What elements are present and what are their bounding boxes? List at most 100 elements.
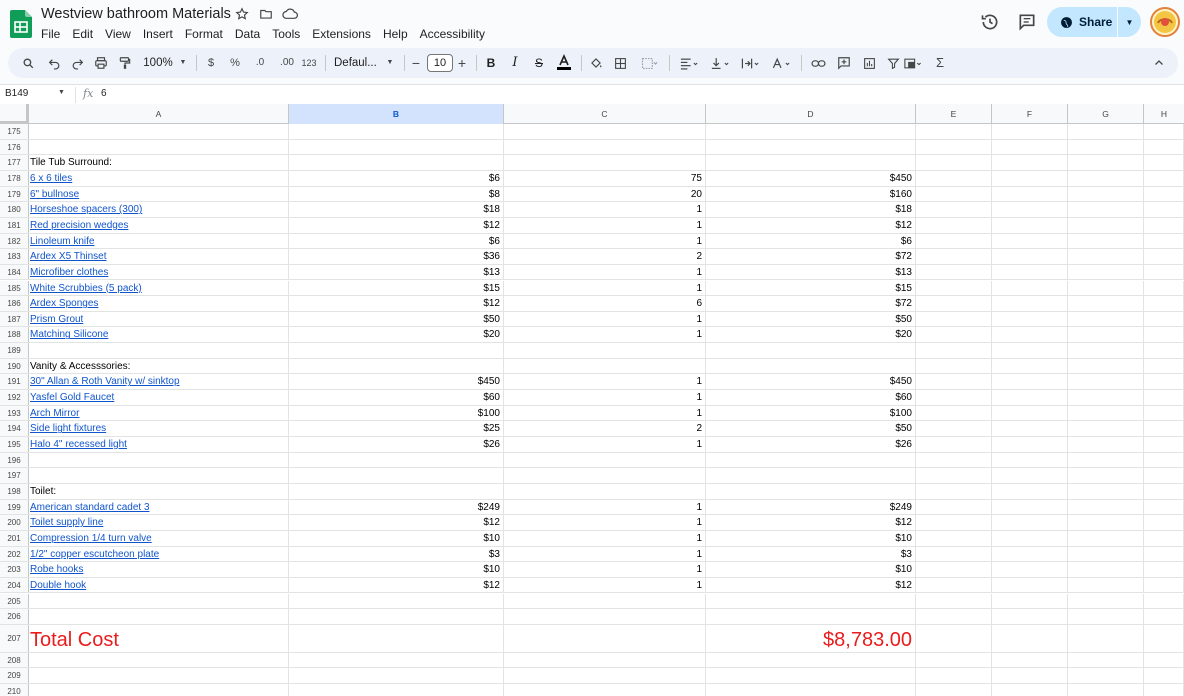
item-name-cell[interactable]: Side light fixtures: [29, 421, 289, 436]
empty-cell[interactable]: [1144, 327, 1184, 343]
item-name-cell[interactable]: [29, 593, 289, 609]
empty-cell[interactable]: [916, 139, 992, 155]
empty-cell[interactable]: [1068, 530, 1144, 546]
empty-cell[interactable]: [1068, 170, 1144, 186]
empty-cell[interactable]: [916, 202, 992, 217]
unit-price-cell[interactable]: [289, 358, 504, 374]
empty-cell[interactable]: [916, 264, 992, 280]
empty-cell[interactable]: [1144, 577, 1184, 593]
empty-cell[interactable]: [916, 280, 992, 296]
empty-cell[interactable]: [992, 624, 1068, 652]
quantity-cell[interactable]: 1: [504, 437, 706, 452]
more-formats-button[interactable]: 123: [300, 48, 318, 78]
empty-cell[interactable]: [1068, 684, 1144, 696]
empty-cell[interactable]: [992, 530, 1068, 546]
empty-cell[interactable]: [1068, 327, 1144, 343]
quantity-cell[interactable]: 1: [504, 562, 706, 577]
empty-cell[interactable]: [992, 155, 1068, 170]
unit-price-cell[interactable]: [289, 668, 504, 684]
quantity-cell[interactable]: 1: [504, 280, 706, 296]
line-total-cell[interactable]: $6: [706, 233, 916, 249]
quantity-cell[interactable]: [504, 343, 706, 358]
row-header[interactable]: 195: [0, 437, 29, 452]
unit-price-cell[interactable]: $12: [289, 296, 504, 311]
unit-price-cell[interactable]: [289, 452, 504, 468]
item-name-cell[interactable]: Total Cost: [29, 624, 289, 652]
quantity-cell[interactable]: 1: [504, 499, 706, 515]
increase-decimal-button[interactable]: .00: [275, 48, 299, 78]
unit-price-cell[interactable]: [289, 483, 504, 499]
row-header[interactable]: 186: [0, 296, 29, 311]
item-name-cell[interactable]: Toilet:: [29, 483, 289, 499]
empty-cell[interactable]: [916, 374, 992, 390]
empty-cell[interactable]: [1144, 437, 1184, 452]
row-header[interactable]: 193: [0, 405, 29, 421]
quantity-cell[interactable]: 1: [504, 515, 706, 530]
share-main-button[interactable]: Share: [1047, 7, 1117, 37]
empty-cell[interactable]: [1068, 652, 1144, 668]
sheets-logo-icon[interactable]: [10, 10, 32, 38]
empty-cell[interactable]: [1068, 280, 1144, 296]
line-total-cell[interactable]: $72: [706, 249, 916, 264]
item-name-cell[interactable]: [29, 139, 289, 155]
quantity-cell[interactable]: [504, 124, 706, 139]
line-total-cell[interactable]: [706, 483, 916, 499]
empty-cell[interactable]: [992, 421, 1068, 436]
menu-file[interactable]: File: [41, 26, 65, 42]
line-total-cell[interactable]: $3: [706, 546, 916, 562]
unit-price-cell[interactable]: $20: [289, 327, 504, 343]
empty-cell[interactable]: [992, 515, 1068, 530]
italic-icon[interactable]: I: [508, 48, 522, 78]
empty-cell[interactable]: [1068, 217, 1144, 233]
quantity-cell[interactable]: [504, 684, 706, 696]
empty-cell[interactable]: [916, 530, 992, 546]
line-total-cell[interactable]: [706, 343, 916, 358]
unit-price-cell[interactable]: $50: [289, 311, 504, 327]
empty-cell[interactable]: [1144, 452, 1184, 468]
empty-cell[interactable]: [992, 139, 1068, 155]
empty-cell[interactable]: [992, 405, 1068, 421]
unit-price-cell[interactable]: [289, 155, 504, 170]
item-name-cell[interactable]: Robe hooks: [29, 562, 289, 577]
insert-comment-icon[interactable]: [833, 48, 855, 78]
column-header-c[interactable]: C: [504, 104, 706, 124]
empty-cell[interactable]: [992, 562, 1068, 577]
undo-icon[interactable]: [44, 48, 64, 78]
item-name-cell[interactable]: Toilet supply line: [29, 515, 289, 530]
row-header[interactable]: 204: [0, 577, 29, 593]
row-header[interactable]: 207: [0, 624, 29, 652]
empty-cell[interactable]: [1068, 264, 1144, 280]
unit-price-cell[interactable]: $12: [289, 577, 504, 593]
unit-price-cell[interactable]: $8: [289, 186, 504, 202]
column-header-f[interactable]: F: [992, 104, 1068, 124]
empty-cell[interactable]: [1144, 593, 1184, 609]
vertical-align-icon[interactable]: [706, 48, 734, 78]
filter-views-icon[interactable]: [897, 48, 929, 78]
quantity-cell[interactable]: 1: [504, 390, 706, 405]
select-all-corner[interactable]: [0, 104, 29, 124]
row-header[interactable]: 196: [0, 452, 29, 468]
empty-cell[interactable]: [992, 217, 1068, 233]
row-header[interactable]: 179: [0, 186, 29, 202]
quantity-cell[interactable]: 2: [504, 249, 706, 264]
empty-cell[interactable]: [916, 437, 992, 452]
unit-price-cell[interactable]: [289, 609, 504, 624]
empty-cell[interactable]: [1068, 155, 1144, 170]
column-header-h[interactable]: H: [1144, 104, 1184, 124]
unit-price-cell[interactable]: $249: [289, 499, 504, 515]
empty-cell[interactable]: [992, 358, 1068, 374]
empty-cell[interactable]: [1068, 249, 1144, 264]
empty-cell[interactable]: [916, 343, 992, 358]
user-avatar[interactable]: [1150, 7, 1180, 37]
line-total-cell[interactable]: [706, 358, 916, 374]
row-header[interactable]: 178: [0, 170, 29, 186]
zoom-select[interactable]: 100%: [140, 48, 176, 78]
item-name-cell[interactable]: Matching Silicone: [29, 327, 289, 343]
column-header-b[interactable]: B: [289, 104, 504, 124]
empty-cell[interactable]: [1068, 668, 1144, 684]
paint-format-icon[interactable]: [115, 48, 135, 78]
row-header[interactable]: 210: [0, 684, 29, 696]
item-name-cell[interactable]: 1/2" copper escutcheon plate: [29, 546, 289, 562]
empty-cell[interactable]: [916, 577, 992, 593]
empty-cell[interactable]: [992, 170, 1068, 186]
